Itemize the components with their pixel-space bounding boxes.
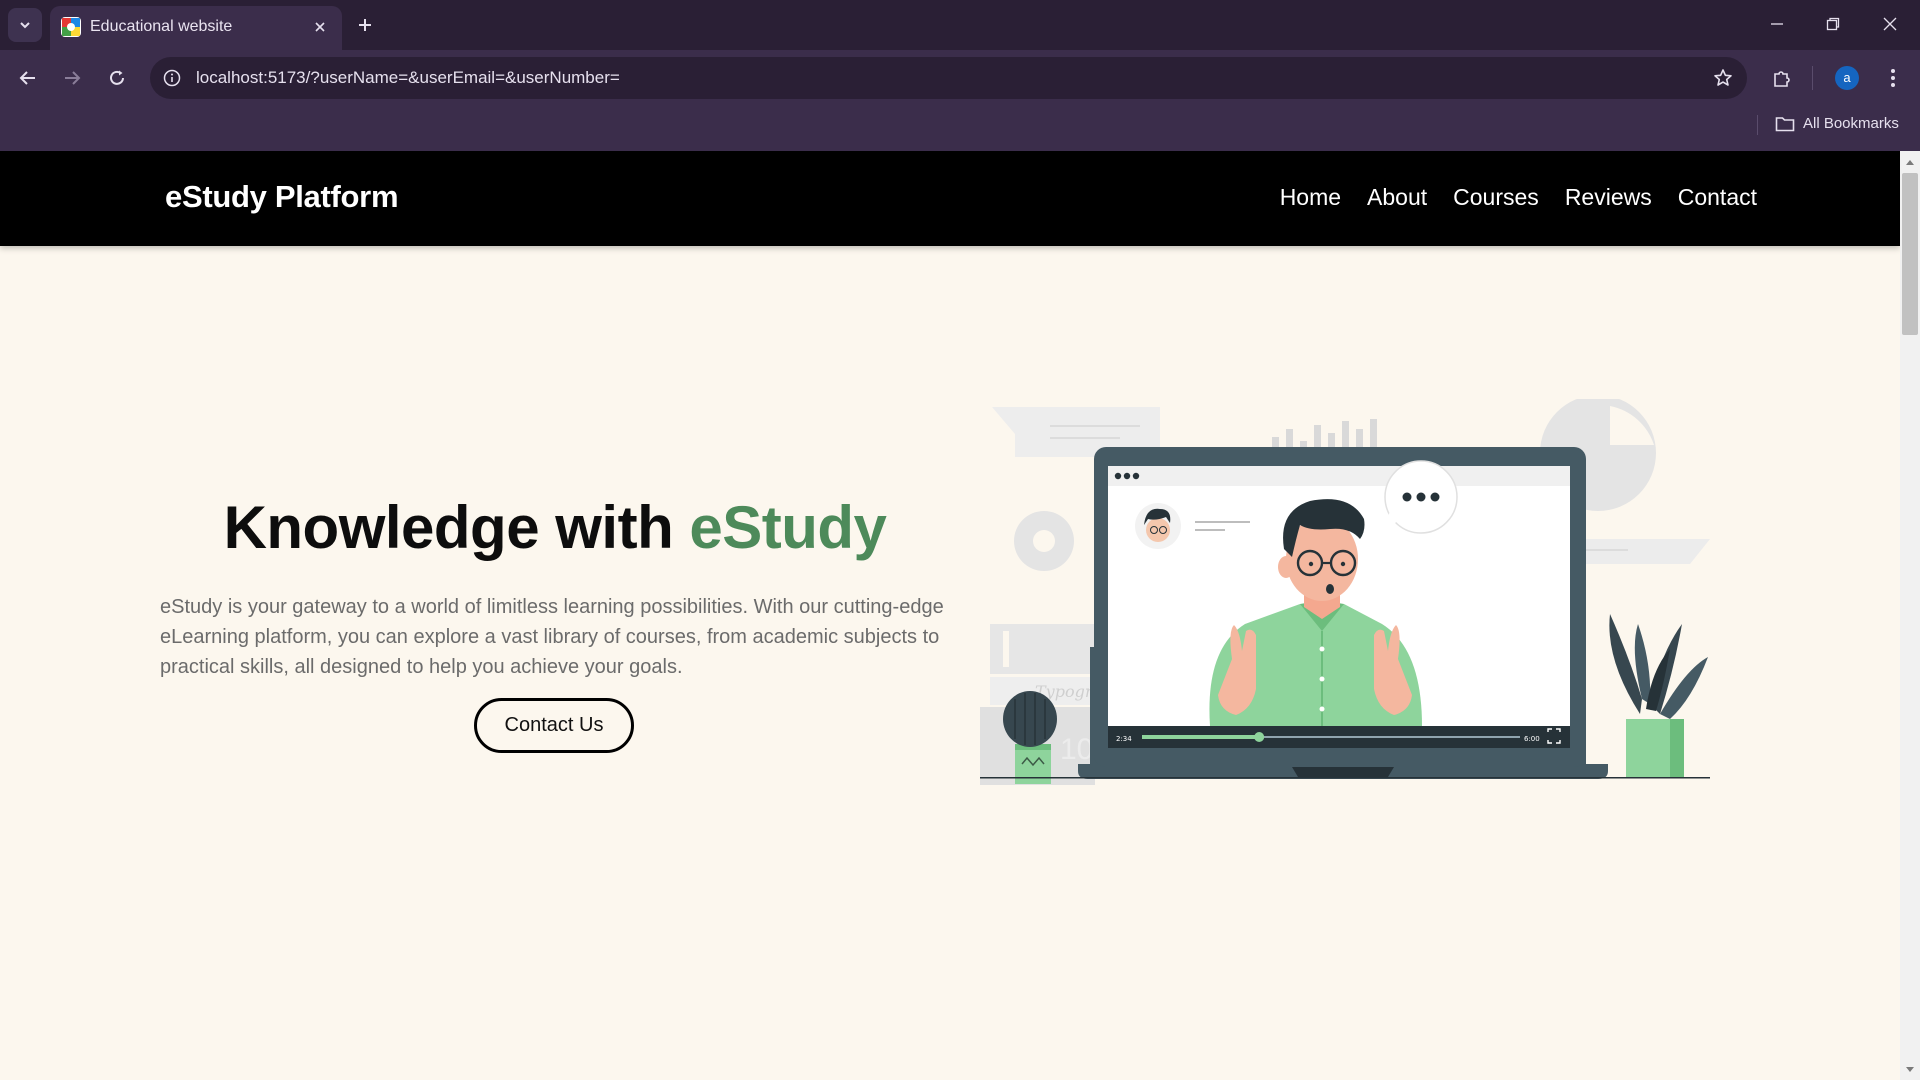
scrollbar-thumb[interactable]: [1902, 173, 1918, 335]
forward-button[interactable]: [56, 62, 88, 94]
close-window-button[interactable]: [1870, 8, 1910, 40]
site-navbar: eStudy Platform Home About Courses Revie…: [0, 151, 1900, 246]
browser-chrome: Educational website localhost:5173/?user…: [0, 0, 1920, 151]
contact-us-button[interactable]: Contact Us: [474, 698, 634, 753]
chevron-down-icon: [20, 22, 30, 29]
nav-link-reviews[interactable]: Reviews: [1565, 184, 1652, 211]
extensions-button[interactable]: [1766, 62, 1798, 94]
video-controls[interactable]: 2:34 6:00: [1108, 726, 1570, 748]
browser-menu-button[interactable]: [1877, 62, 1909, 94]
tab-strip: Educational website: [0, 0, 1920, 50]
bookmark-star-icon[interactable]: [1711, 66, 1735, 90]
site-info-icon[interactable]: [160, 66, 184, 90]
restore-button[interactable]: [1813, 8, 1853, 40]
hero-illustration: Typogr 10 2:34 6:00: [980, 399, 1710, 787]
back-button[interactable]: [12, 62, 44, 94]
site-logo[interactable]: eStudy Platform: [165, 179, 399, 215]
new-tab-button[interactable]: [352, 12, 378, 38]
reload-button[interactable]: [101, 62, 133, 94]
nav-links: Home About Courses Reviews Contact: [1280, 184, 1757, 211]
hero-title-accent: eStudy: [689, 494, 887, 561]
url-text[interactable]: localhost:5173/?userName=&userEmail=&use…: [196, 68, 620, 88]
puzzle-icon: [1774, 71, 1790, 87]
video-progress-handle[interactable]: [1254, 732, 1265, 742]
speech-bubble: [1384, 460, 1458, 534]
video-current-time: 2:34: [1116, 735, 1132, 743]
nav-link-about[interactable]: About: [1367, 184, 1427, 211]
nav-link-courses[interactable]: Courses: [1453, 184, 1539, 211]
site-favicon-icon: [61, 17, 81, 37]
tab-title: Educational website: [90, 18, 233, 35]
restore-icon: [1826, 17, 1840, 31]
scroll-up-icon[interactable]: [1903, 155, 1917, 169]
toolbar-divider: [1812, 66, 1813, 90]
minimize-button[interactable]: [1757, 8, 1797, 40]
bookmarks-divider: [1757, 115, 1758, 135]
profile-avatar[interactable]: a: [1835, 66, 1859, 90]
hero-title: Knowledge with eStudy: [160, 493, 950, 562]
page-viewport: eStudy Platform Home About Courses Revie…: [0, 151, 1900, 1080]
video-duration: 6:00: [1524, 735, 1540, 743]
hero-title-main: Knowledge with: [223, 494, 690, 561]
scroll-down-icon[interactable]: [1903, 1063, 1917, 1077]
forward-arrow-icon: [65, 71, 81, 85]
plus-icon: [359, 19, 371, 31]
close-icon: [1883, 17, 1897, 31]
active-tab[interactable]: Educational website: [50, 6, 342, 50]
tab-close-icon[interactable]: [310, 17, 330, 37]
kebab-menu-icon: [1891, 69, 1895, 87]
potted-plant: [1609, 614, 1708, 777]
video-progress-fill: [1142, 735, 1260, 739]
nav-link-home[interactable]: Home: [1280, 184, 1341, 211]
nav-link-contact[interactable]: Contact: [1678, 184, 1757, 211]
back-arrow-icon: [19, 71, 35, 85]
svg-text:10: 10: [1060, 733, 1093, 766]
reload-icon: [110, 70, 124, 85]
folder-icon: [1775, 116, 1795, 131]
all-bookmarks-button[interactable]: All Bookmarks: [1775, 115, 1899, 132]
all-bookmarks-label: All Bookmarks: [1803, 115, 1899, 132]
hero-description: eStudy is your gateway to a world of lim…: [160, 596, 944, 678]
tab-search-button[interactable]: [8, 8, 42, 42]
address-bar[interactable]: localhost:5173/?userName=&userEmail=&use…: [150, 57, 1747, 99]
minimize-icon: [1771, 23, 1783, 25]
